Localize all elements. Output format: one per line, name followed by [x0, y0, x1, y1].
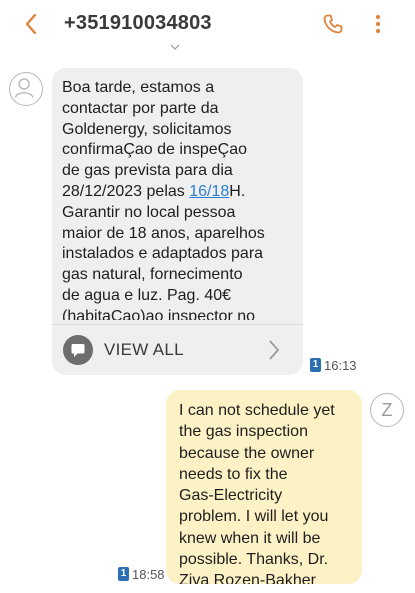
message-view-icon [63, 335, 93, 365]
message-time: 18:58 [132, 567, 165, 582]
avatar-letter: Z [381, 399, 393, 420]
user-avatar[interactable]: Z [370, 393, 404, 427]
sim-badge: 1 [310, 358, 321, 372]
sim-badge: 1 [118, 567, 129, 581]
contact-avatar[interactable] [9, 72, 43, 106]
message-time: 16:13 [324, 358, 357, 373]
back-arrow-icon[interactable] [22, 12, 42, 36]
incoming-message-bubble[interactable]: Boa tarde, estamos a contactar por parte… [52, 68, 303, 375]
chevron-right-icon [269, 340, 280, 360]
incoming-message-text: Boa tarde, estamos a contactar por parte… [62, 79, 265, 320]
scroll-down-indicator-icon [170, 44, 180, 50]
person-icon [14, 78, 34, 98]
contact-title: +351910034803 [64, 12, 212, 34]
time-link[interactable]: 16/18 [189, 183, 229, 200]
outgoing-message-bubble[interactable]: I can not schedule yet the gas inspectio… [166, 390, 362, 584]
outgoing-message-text: I can not schedule yet the gas inspectio… [179, 402, 335, 584]
more-options-icon[interactable] [370, 12, 386, 36]
view-all-label: VIEW ALL [104, 340, 184, 359]
view-all-button[interactable]: VIEW ALL [52, 325, 303, 375]
phone-icon[interactable] [321, 12, 345, 36]
app-bar: +351910034803 [0, 0, 415, 50]
